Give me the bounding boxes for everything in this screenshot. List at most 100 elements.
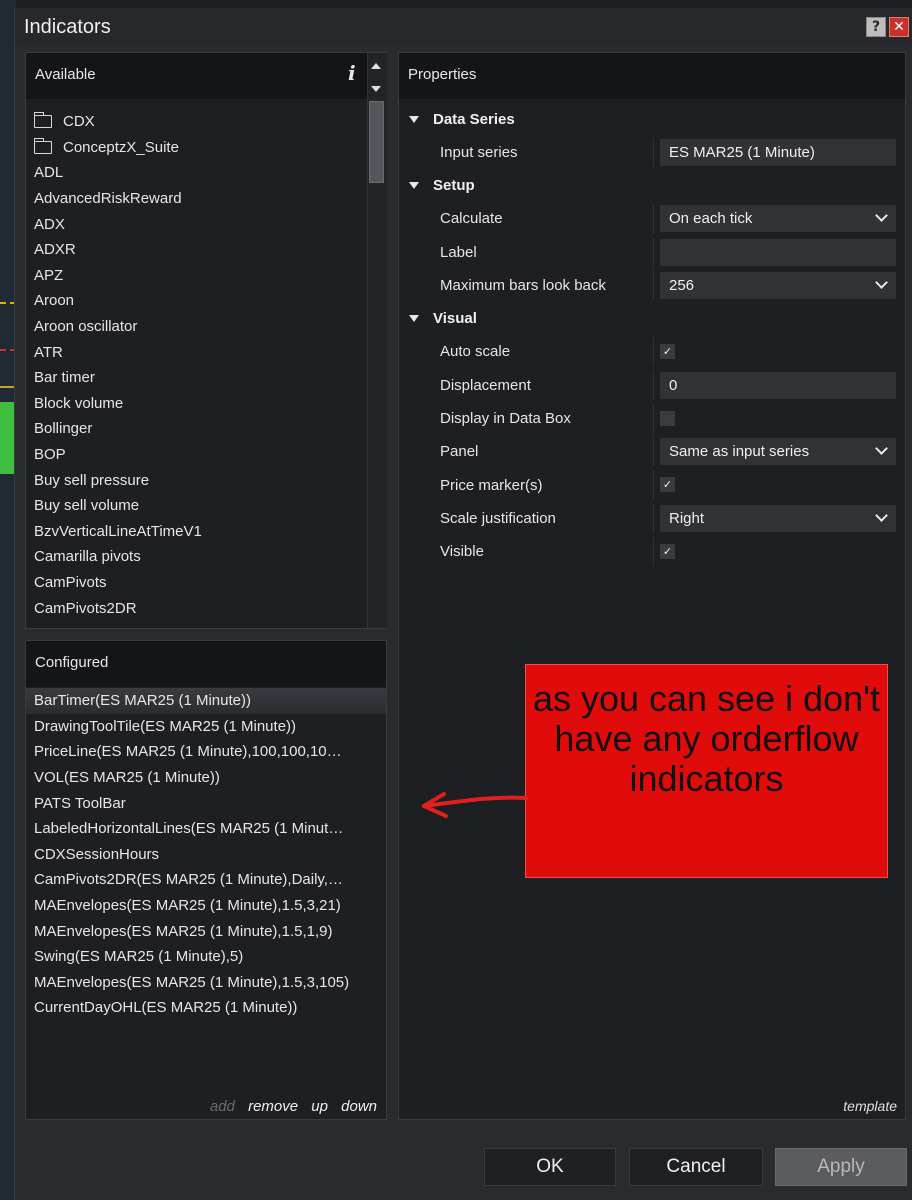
close-button[interactable]: ✕	[889, 17, 909, 37]
folder-item[interactable]: ConceptzX_Suite	[33, 135, 364, 161]
display-in-data-box-checkbox[interactable]	[660, 410, 675, 426]
auto-scale-checkbox[interactable]: ✓	[660, 344, 675, 360]
prop-label: Visible	[440, 543, 484, 561]
panel-select[interactable]: Same as input series	[660, 438, 896, 466]
configured-item[interactable]: MAEnvelopes(ES MAR25 (1 Minute),1.5,3,10…	[26, 970, 386, 996]
up-link[interactable]: up	[311, 1098, 328, 1115]
configured-header: Configured	[26, 641, 386, 687]
max-bars-select[interactable]: 256	[660, 272, 896, 300]
section-visual[interactable]: Visual	[399, 302, 905, 335]
configured-item[interactable]: VOL(ES MAR25 (1 Minute))	[26, 765, 386, 791]
collapse-triangle-icon[interactable]	[409, 182, 419, 190]
section-title: Setup	[433, 177, 475, 195]
prop-label: Input series	[440, 144, 518, 162]
indicator-item[interactable]: AdvancedRiskReward	[34, 186, 364, 212]
prop-visible: Visible ✓	[399, 535, 905, 568]
section-setup[interactable]: Setup	[399, 169, 905, 202]
indicator-item[interactable]: Aroon	[34, 288, 364, 314]
price-markers-checkbox[interactable]: ✓	[660, 477, 675, 493]
ok-button[interactable]: OK	[484, 1148, 616, 1186]
remove-link[interactable]: remove	[248, 1098, 298, 1115]
scroll-up-icon[interactable]	[371, 63, 381, 69]
indicator-label: Bollinger	[34, 420, 93, 438]
indicator-label: APZ	[34, 266, 64, 284]
indicator-item[interactable]: Camarilla pivots	[34, 544, 364, 570]
prop-calculate: Calculate On each tick	[399, 202, 905, 235]
indicator-item[interactable]: ATR	[34, 339, 364, 365]
collapse-triangle-icon[interactable]	[409, 315, 419, 323]
configured-item[interactable]: LabeledHorizontalLines(ES MAR25 (1 Minut…	[26, 816, 386, 842]
help-button[interactable]: ?	[866, 17, 886, 37]
divider	[653, 503, 654, 533]
title-bar[interactable]: Indicators ? ✕	[15, 8, 912, 46]
apply-button[interactable]: Apply	[775, 1148, 907, 1186]
indicator-label: Buy sell pressure	[34, 471, 150, 489]
chevron-down-icon[interactable]	[875, 209, 888, 223]
scale-justification-select[interactable]: Right	[660, 504, 896, 532]
configured-item[interactable]: Swing(ES MAR25 (1 Minute),5)	[26, 944, 386, 970]
indicator-item[interactable]: CamPivots2DR	[34, 595, 364, 621]
indicator-item[interactable]: Aroon oscillator	[34, 314, 364, 340]
prop-label: Scale justification	[440, 509, 556, 527]
configured-item[interactable]: CurrentDayOHL(ES MAR25 (1 Minute))	[26, 995, 386, 1021]
annotation-callout: as you can see i don't have any orderflo…	[525, 664, 888, 878]
indicator-item[interactable]: ADXR	[34, 237, 364, 263]
indicator-label: ADX	[34, 215, 65, 233]
calculate-select[interactable]: On each tick	[660, 205, 896, 233]
indicator-item[interactable]: Buy sell volume	[34, 493, 364, 519]
prop-input-series: Input series ES MAR25 (1 Minute)	[399, 136, 905, 169]
indicator-item[interactable]: Buy sell pressure	[34, 467, 364, 493]
template-link[interactable]: template	[843, 1098, 897, 1114]
folder-item[interactable]: CDX	[33, 109, 364, 135]
configured-item[interactable]: MAEnvelopes(ES MAR25 (1 Minute),1.5,1,9)	[26, 918, 386, 944]
annotation-arrow-icon	[422, 792, 528, 818]
configured-item[interactable]: BarTimer(ES MAR25 (1 Minute))	[26, 688, 386, 714]
indicator-item[interactable]: BOP	[34, 442, 364, 468]
chevron-down-icon[interactable]	[875, 508, 888, 522]
prop-label: Calculate	[440, 210, 503, 228]
configured-title: Configured	[35, 654, 109, 671]
displacement-input[interactable]: 0	[660, 371, 896, 399]
indicators-dialog: Indicators ? ✕ Available i CDX ConceptzX_…	[14, 8, 912, 1200]
prop-max-bars: Maximum bars look back 256	[399, 269, 905, 302]
indicator-item[interactable]: ADX	[34, 211, 364, 237]
indicator-label: Aroon oscillator	[34, 318, 138, 336]
indicator-label: ConceptzX_Suite	[63, 138, 179, 156]
available-panel: Available i CDX ConceptzX_Suite ADL Advance…	[25, 52, 387, 629]
collapse-triangle-icon[interactable]	[409, 116, 419, 123]
configured-item[interactable]: DrawingToolTile(ES MAR25 (1 Minute))	[26, 714, 386, 740]
configured-item[interactable]: MAEnvelopes(ES MAR25 (1 Minute),1.5,3,21…	[26, 893, 386, 919]
folder-icon	[33, 137, 52, 154]
available-list: CDX ConceptzX_Suite ADL AdvancedRiskReward A…	[33, 109, 364, 621]
section-data-series[interactable]: Data Series	[399, 103, 905, 136]
scroll-thumb[interactable]	[369, 101, 384, 183]
available-scrollbar[interactable]	[367, 53, 387, 628]
info-icon[interactable]: i	[348, 61, 356, 85]
folder-icon	[33, 112, 52, 129]
add-link[interactable]: add	[210, 1098, 235, 1115]
indicator-item[interactable]: CamPivots	[34, 570, 364, 596]
indicator-label: Camarilla pivots	[34, 548, 141, 566]
configured-item[interactable]: PATS ToolBar	[26, 790, 386, 816]
configured-item[interactable]: CDXSessionHours	[26, 842, 386, 868]
down-link[interactable]: down	[341, 1098, 377, 1115]
label-input[interactable]	[660, 238, 896, 266]
cancel-button[interactable]: Cancel	[629, 1148, 763, 1186]
indicator-item[interactable]: Bar timer	[34, 365, 364, 391]
prop-label: Maximum bars look back	[440, 277, 606, 295]
configured-item[interactable]: CamPivots2DR(ES MAR25 (1 Minute),Daily,…	[26, 867, 386, 893]
prop-label: Price marker(s)	[440, 476, 543, 494]
indicator-item[interactable]: Block volume	[34, 391, 364, 417]
indicator-item[interactable]: ADL	[34, 160, 364, 186]
indicator-item[interactable]: Bollinger	[34, 416, 364, 442]
configured-panel: Configured BarTimer(ES MAR25 (1 Minute))…	[25, 640, 387, 1120]
indicator-item[interactable]: APZ	[34, 263, 364, 289]
chevron-down-icon[interactable]	[875, 276, 888, 289]
scroll-down-icon[interactable]	[371, 86, 381, 92]
chevron-down-icon[interactable]	[875, 442, 888, 456]
configured-item[interactable]: PriceLine(ES MAR25 (1 Minute),100,100,10…	[26, 739, 386, 765]
max-bars-value: 256	[669, 277, 695, 295]
indicator-item[interactable]: BzvVerticalLineAtTimeV1	[34, 519, 364, 545]
visible-checkbox[interactable]: ✓	[660, 543, 675, 559]
input-series-field[interactable]: ES MAR25 (1 Minute)	[660, 139, 896, 167]
